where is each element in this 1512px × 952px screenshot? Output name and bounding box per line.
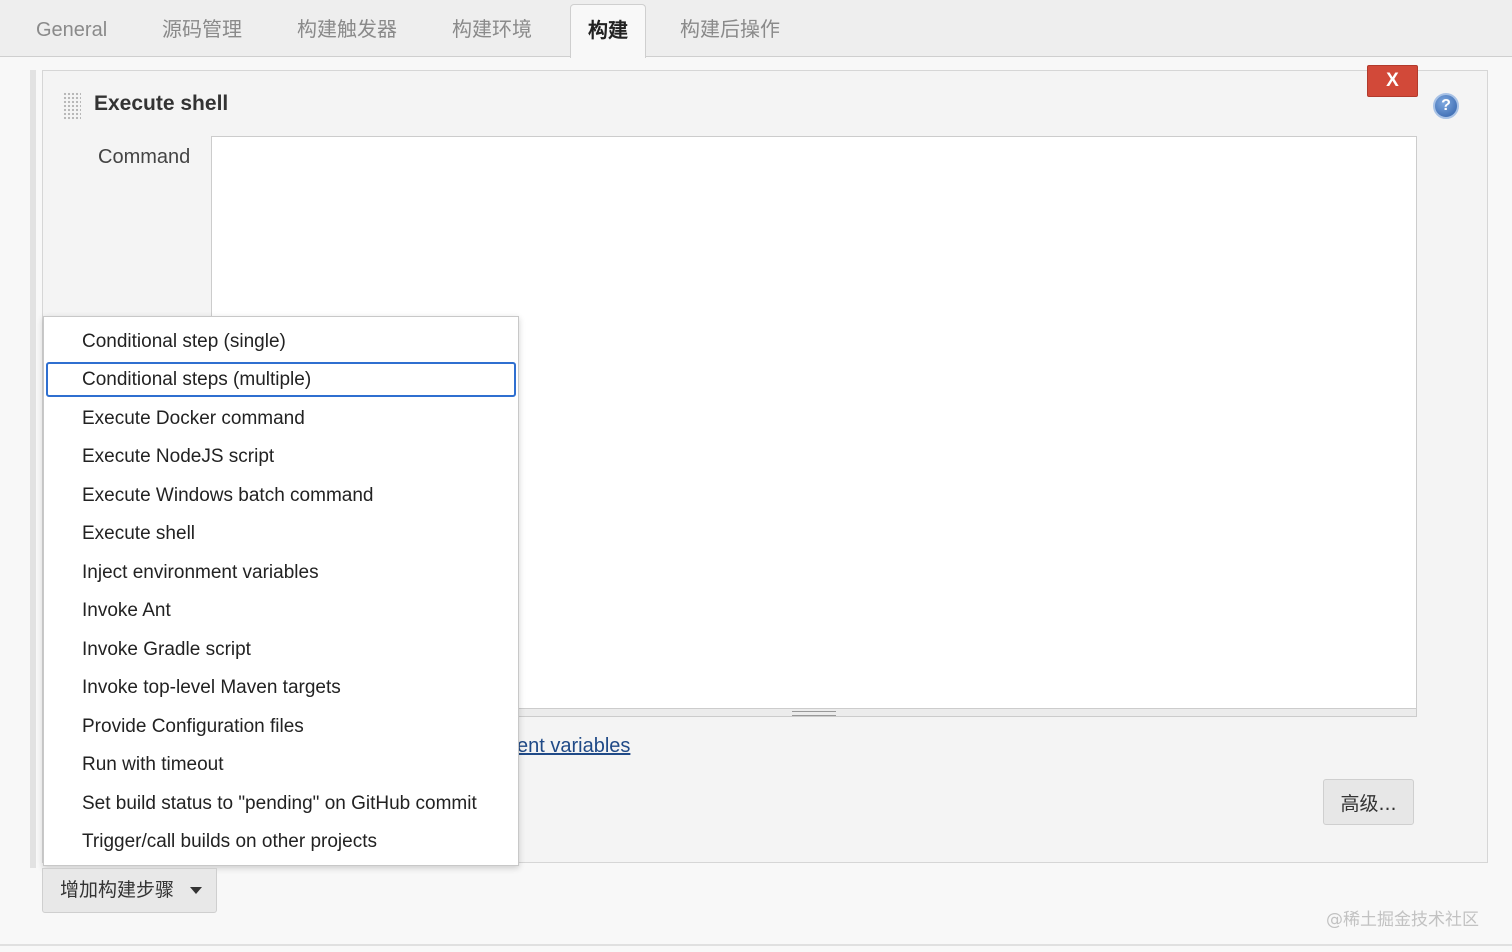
- tab-source-management[interactable]: 源码管理: [162, 0, 242, 57]
- menu-item-execute-docker-command[interactable]: Execute Docker command: [46, 401, 516, 436]
- resize-grip-icon: [792, 711, 836, 716]
- tab-general[interactable]: General: [36, 0, 107, 57]
- menu-item-invoke-maven-targets[interactable]: Invoke top-level Maven targets: [46, 670, 516, 705]
- divider: [0, 944, 1512, 946]
- menu-item-execute-windows-batch[interactable]: Execute Windows batch command: [46, 478, 516, 513]
- tab-build[interactable]: 构建: [570, 4, 646, 58]
- menu-item-provide-configuration-files[interactable]: Provide Configuration files: [46, 709, 516, 744]
- command-label: Command: [98, 146, 191, 168]
- tab-build-environment[interactable]: 构建环境: [452, 0, 532, 57]
- menu-item-trigger-call-builds[interactable]: Trigger/call builds on other projects: [46, 824, 516, 859]
- caret-down-icon: [190, 887, 202, 894]
- add-build-step-label: 增加构建步骤: [60, 879, 175, 901]
- menu-item-invoke-gradle-script[interactable]: Invoke Gradle script: [46, 632, 516, 667]
- menu-item-execute-shell[interactable]: Execute shell: [46, 516, 516, 551]
- build-step-title: Execute shell: [94, 92, 229, 115]
- tab-post-build-actions[interactable]: 构建后操作: [680, 0, 780, 57]
- environment-variables-link[interactable]: ent variables: [517, 735, 630, 758]
- menu-item-conditional-steps-multiple[interactable]: Conditional steps (multiple): [46, 362, 516, 397]
- tab-build-triggers[interactable]: 构建触发器: [297, 0, 397, 57]
- help-icon[interactable]: ?: [1433, 93, 1459, 119]
- menu-item-invoke-ant[interactable]: Invoke Ant: [46, 593, 516, 628]
- drag-handle-icon[interactable]: [63, 92, 81, 120]
- menu-item-conditional-step-single[interactable]: Conditional step (single): [46, 324, 516, 359]
- menu-item-set-build-status-pending[interactable]: Set build status to "pending" on GitHub …: [46, 786, 516, 821]
- watermark: @稀土掘金技术社区: [1326, 910, 1479, 930]
- menu-item-run-with-timeout[interactable]: Run with timeout: [46, 747, 516, 782]
- add-build-step-menu: Conditional step (single) Conditional st…: [43, 316, 519, 866]
- delete-step-button[interactable]: X: [1367, 65, 1418, 97]
- section-rule: [30, 70, 36, 868]
- menu-item-execute-nodejs-script[interactable]: Execute NodeJS script: [46, 439, 516, 474]
- menu-item-inject-env-variables[interactable]: Inject environment variables: [46, 555, 516, 590]
- advanced-button[interactable]: 高级...: [1323, 779, 1414, 825]
- tab-bar: General 源码管理 构建触发器 构建环境 构建 构建后操作: [0, 0, 1512, 58]
